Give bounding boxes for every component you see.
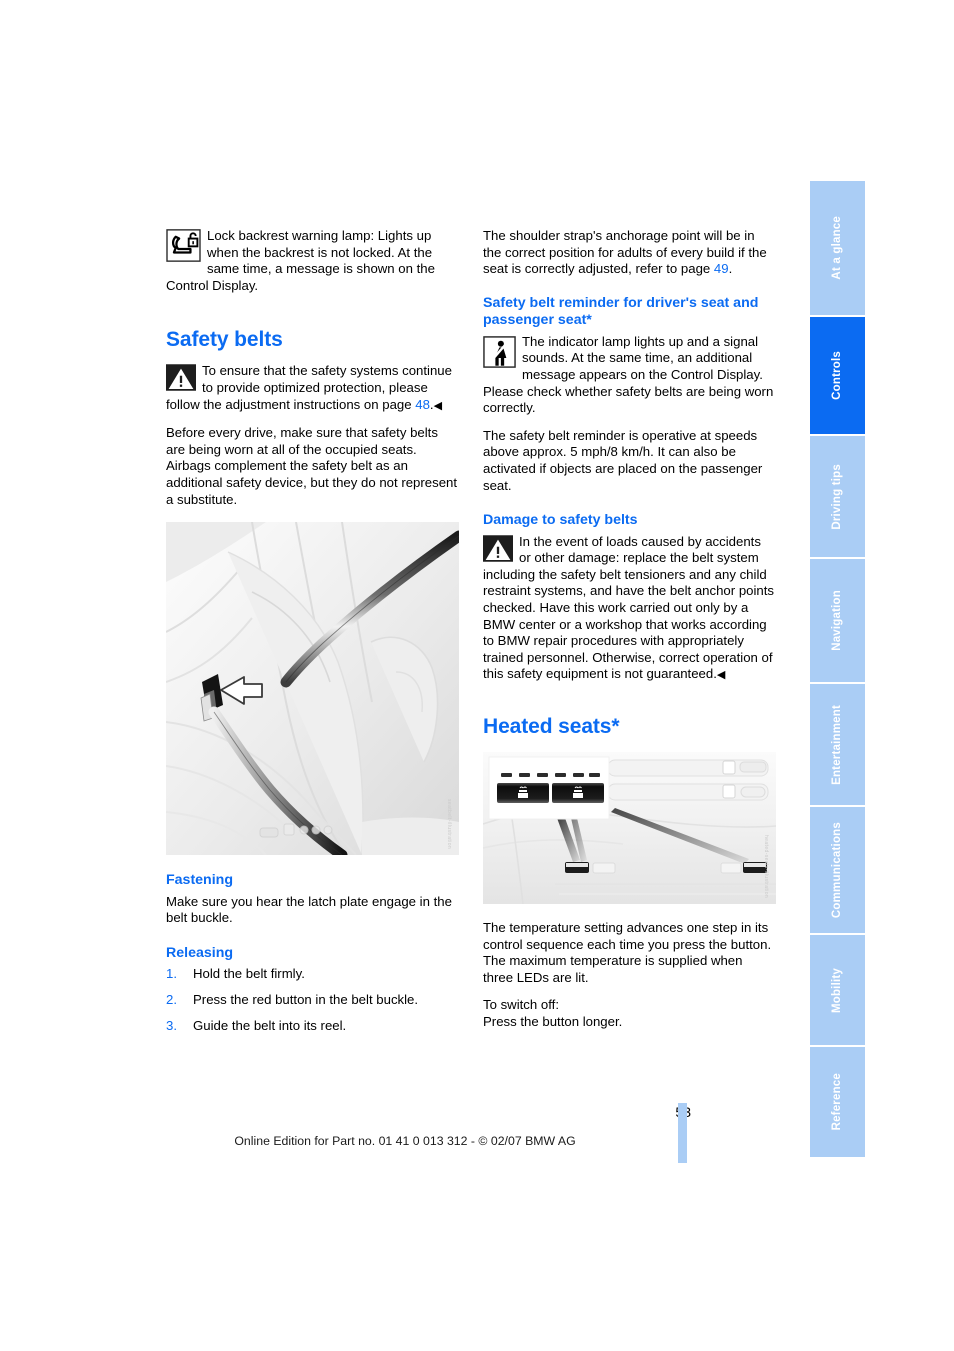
safety-belts-warning-text: To ensure that the safety systems contin… [166,363,459,414]
nav-tab-label: Driving tips [830,463,843,530]
page-reference-49[interactable]: 49 [714,261,729,276]
heading-releasing: Releasing [166,944,234,961]
figure-watermark: heated-seats-illustration [763,834,769,898]
seatbelt-reminder-person-icon [483,335,516,368]
left-text-column: Lock backrest warning lamp: Lights up wh… [166,228,459,1043]
step-number: 3. [166,1017,177,1033]
nav-tab-at-a-glance[interactable]: At a glance [810,181,865,316]
manual-page: At a glance Controls Driving tips Naviga… [0,0,954,1351]
heated-seats-switch-off-label: To switch off: [483,997,559,1013]
damage-warning-text: In the event of loads caused by accident… [483,534,776,684]
lock-backrest-note: Lock backrest warning lamp: Lights up wh… [166,228,459,305]
releasing-steps: 1. Hold the belt firmly. 2. Press the re… [166,966,459,1034]
safety-belt-reminder-paragraph-2: The safety belt reminder is operative at… [483,427,763,493]
safety-belts-paragraph-1: Before every drive, make sure that safet… [166,425,458,507]
step-text: Hold the belt firmly. [193,966,305,982]
safety-belt-seat-illustration: seatbelt-illustration [166,522,459,856]
heated-seats-paragraph-1: The temperature setting advances one ste… [483,919,772,985]
fastening-text: Make sure you hear the latch plate engag… [166,893,452,926]
nav-tab-label: Navigation [830,590,843,651]
heading-damage-to-safety-belts: Damage to safety belts [483,512,638,529]
footer-note: Online Edition for Part no. 01 41 0 013 … [234,1134,576,1148]
footer-accent-bar [678,1103,687,1163]
heading-heated-seats: Heated seats* [483,714,620,738]
safety-belt-reminder-text: The indicator lamp lights up and a signa… [483,333,774,416]
nav-tab-label: Controls [830,351,843,401]
nav-tab-reference[interactable]: Reference [810,1047,865,1157]
end-of-warning-marker: ◀ [433,399,443,412]
warning-text-before-ref: To ensure that the safety systems contin… [166,363,452,412]
nav-tab-mobility[interactable]: Mobility [810,934,865,1046]
step-text: Press the red button in the belt buckle. [193,991,419,1007]
warning-triangle-icon [166,364,196,392]
step-number: 2. [166,991,177,1007]
heading-fastening: Fastening [166,872,234,889]
page-reference-48[interactable]: 48 [415,397,430,412]
nav-tab-driving-tips[interactable]: Driving tips [810,435,865,558]
heated-seats-console-illustration: heated-seats-illustration [483,751,776,904]
heated-seats-switch-off-text: Press the button longer. [483,1013,623,1029]
nav-tab-entertainment[interactable]: Entertainment [810,683,865,806]
safety-belts-warning: To ensure that the safety systems contin… [166,363,459,425]
list-item: 2. Press the red button in the belt buck… [166,992,459,1009]
nav-tab-controls[interactable]: Controls [810,317,865,434]
end-of-warning-marker: ◀ [716,669,726,682]
nav-tab-label: Reference [830,1073,843,1131]
nav-tab-label: Communications [830,821,843,919]
figure-watermark: seatbelt-illustration [446,799,452,850]
warning-triangle-icon [483,534,513,562]
backrest-lock-warning-lamp-icon [166,229,201,262]
anchorage-paragraph: The shoulder strap's anchorage point wil… [483,228,776,278]
damage-warning-note: In the event of loads caused by accident… [483,534,776,695]
nav-tab-label: Entertainment [830,704,843,785]
list-item: 1. Hold the belt firmly. [166,966,459,983]
anchorage-text-after-ref: . [728,261,733,277]
nav-tab-label: Mobility [830,967,843,1013]
right-text-column: The shoulder strap's anchorage point wil… [483,228,776,1042]
heading-safety-belt-reminder: Safety belt reminder for driver's seat a… [483,294,759,329]
nav-tab-navigation[interactable]: Navigation [810,559,865,682]
nav-tab-communications[interactable]: Communications [810,807,865,933]
heading-safety-belts: Safety belts [166,328,283,352]
list-item: 3. Guide the belt into its reel. [166,1018,459,1035]
step-number: 1. [166,966,177,982]
lock-backrest-text: Lock backrest warning lamp: Lights up wh… [166,228,435,293]
section-tab-strip: At a glance Controls Driving tips Naviga… [810,181,865,1157]
step-text: Guide the belt into its reel. [193,1017,347,1033]
nav-tab-label: At a glance [830,216,843,280]
safety-belt-reminder-note: The indicator lamp lights up and a signa… [483,334,776,428]
damage-text: In the event of loads caused by accident… [483,533,775,682]
